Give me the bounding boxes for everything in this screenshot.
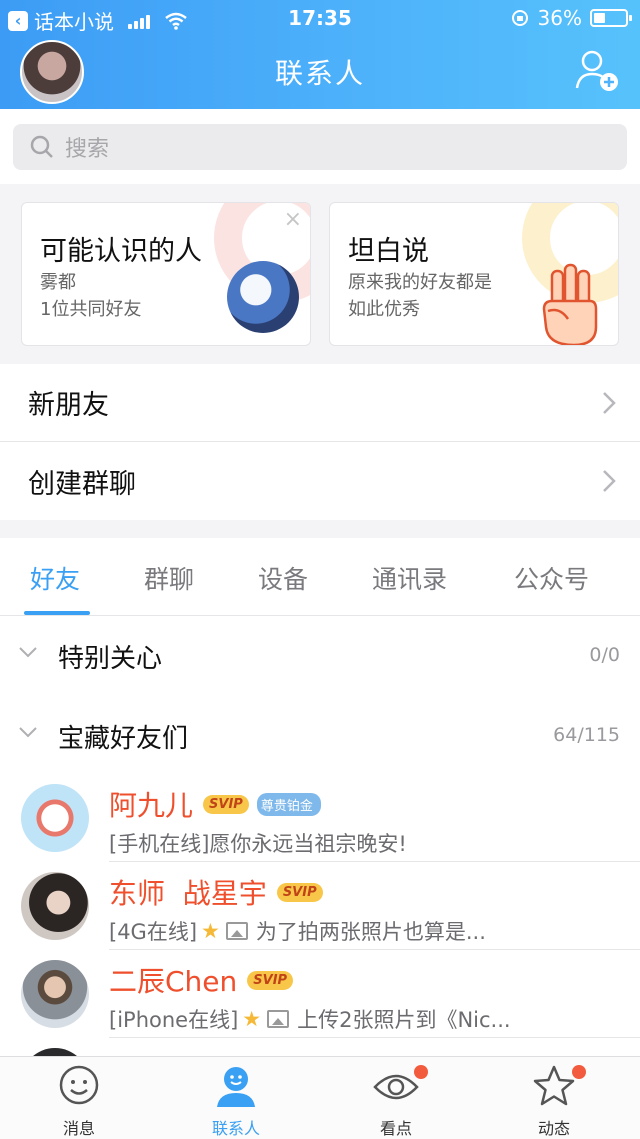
status-prefix: [4G在线] xyxy=(109,920,198,944)
card-subtitle: 雾都 1位共同好友 xyxy=(40,269,141,323)
battery-icon xyxy=(590,9,632,27)
tab-friends[interactable]: 好友 xyxy=(30,560,80,596)
platinum-badge: 尊贵铂金 xyxy=(256,792,321,816)
section-name: 特别关心 xyxy=(58,644,163,674)
chevron-down-icon xyxy=(19,647,37,658)
avatar[interactable] xyxy=(21,1048,89,1056)
section-name: 宝藏好友们 xyxy=(58,724,189,754)
avatar[interactable] xyxy=(21,784,89,852)
header-bar: ‹ 话本小说 17:35 36% 联系人 xyxy=(0,0,640,109)
row-label: 创建群聊 xyxy=(28,468,136,500)
recommend-cards: 可能认识的人 雾都 1位共同好友 × 坦白说 原来我的好友都是 如此优秀 xyxy=(0,184,640,364)
card-subtitle: 原来我的好友都是 如此优秀 xyxy=(348,269,492,323)
status-text: 为了拍两张照片也算是... xyxy=(255,920,486,944)
active-tab-indicator xyxy=(24,611,90,615)
friend-name-line: 二辰Chen SVIP xyxy=(109,960,294,1000)
notification-dot xyxy=(414,1065,428,1079)
image-icon xyxy=(225,922,248,940)
card-line: 1位共同好友 xyxy=(40,299,142,320)
svip-badge: SVIP xyxy=(203,794,249,814)
people-you-may-know-card[interactable]: 可能认识的人 雾都 1位共同好友 × xyxy=(21,202,311,346)
new-friends-row[interactable]: 新朋友 xyxy=(0,364,640,442)
friend-status: [iPhone在线] ★ 上传2张照片到《Nic... xyxy=(109,1004,511,1034)
tabbar-messages[interactable]: 消息 xyxy=(19,1063,139,1139)
chevron-down-icon xyxy=(19,727,37,738)
tabbar-contacts[interactable]: 联系人 xyxy=(176,1063,296,1139)
close-icon[interactable]: × xyxy=(284,207,302,232)
list-item[interactable] xyxy=(0,1038,640,1056)
avatar[interactable] xyxy=(21,872,89,940)
avatar[interactable] xyxy=(21,960,89,1028)
contact-tabs: 好友 群聊 设备 通讯录 公众号 xyxy=(0,538,640,616)
section-treasure-friends[interactable]: 宝藏好友们 64/115 xyxy=(0,696,640,774)
add-friend-icon[interactable] xyxy=(574,48,620,92)
chevron-right-icon xyxy=(603,392,616,414)
friend-status: [手机在线]愿你永远当祖宗晚安! xyxy=(109,832,407,856)
friend-name-line: 阿九儿 SVIP 尊贵铂金 xyxy=(109,784,321,824)
tabbar-dynamics[interactable]: 动态 xyxy=(494,1063,614,1139)
contacts-icon xyxy=(217,1067,255,1107)
bottom-tab-bar: 消息 联系人 看点 动态 xyxy=(0,1056,640,1139)
tab-label: 联系人 xyxy=(211,1119,260,1138)
friend-name: 二辰Chen xyxy=(109,965,238,998)
hand-oath-icon xyxy=(542,263,598,345)
section-count: 64/115 xyxy=(553,724,620,746)
card-title: 可能认识的人 xyxy=(40,236,202,267)
section-count: 0/0 xyxy=(589,644,620,666)
tab-label: 消息 xyxy=(62,1119,95,1138)
card-line: 雾都 xyxy=(40,272,76,293)
tab-label: 动态 xyxy=(537,1119,570,1138)
star-icon xyxy=(533,1065,575,1106)
status-prefix: [iPhone在线] xyxy=(109,1008,239,1032)
status-bar: ‹ 话本小说 17:35 36% xyxy=(0,0,640,36)
row-label: 新朋友 xyxy=(28,390,109,421)
search-input[interactable]: 搜索 xyxy=(13,124,627,170)
list-item[interactable]: 阿九儿 SVIP 尊贵铂金 [手机在线]愿你永远当祖宗晚安! xyxy=(0,774,640,862)
card-title: 坦白说 xyxy=(348,236,429,267)
battery-percent: 36% xyxy=(537,6,582,30)
friend-name: 东师 战星宇 xyxy=(109,877,267,910)
star-icon: ★ xyxy=(242,1007,262,1031)
star-icon: ★ xyxy=(201,919,220,943)
tab-groups[interactable]: 群聊 xyxy=(144,560,194,596)
friends-list: 特别关心 0/0 宝藏好友们 64/115 阿九儿 SVIP 尊贵铂金 [手机在… xyxy=(0,616,640,1056)
tab-address-book[interactable]: 通讯录 xyxy=(372,560,447,596)
orientation-lock-icon xyxy=(511,10,528,26)
friend-name: 阿九儿 xyxy=(109,789,194,822)
tanbai-card[interactable]: 坦白说 原来我的好友都是 如此优秀 xyxy=(329,202,619,346)
notification-dot xyxy=(572,1065,586,1079)
card-line: 原来我的好友都是 xyxy=(348,272,492,293)
tabbar-kandian[interactable]: 看点 xyxy=(336,1063,456,1139)
search-area: 搜索 xyxy=(0,109,640,184)
list-item[interactable]: 二辰Chen SVIP [iPhone在线] ★ 上传2张照片到《Nic... xyxy=(0,950,640,1038)
card-line: 如此优秀 xyxy=(348,299,420,320)
smile-icon xyxy=(59,1065,99,1105)
chevron-right-icon xyxy=(603,470,616,492)
create-group-row[interactable]: 创建群聊 xyxy=(0,442,640,520)
svip-badge: SVIP xyxy=(247,970,294,990)
tab-devices[interactable]: 设备 xyxy=(258,560,308,596)
list-item[interactable]: 东师 战星宇 SVIP [4G在线] ★ 为了拍两张照片也算是... xyxy=(0,862,640,950)
tab-official-accounts[interactable]: 公众号 xyxy=(514,560,589,596)
status-text: 上传2张照片到《Nic... xyxy=(297,1008,511,1032)
suggested-friend-avatar[interactable] xyxy=(227,261,299,333)
svip-badge: SVIP xyxy=(276,882,323,902)
image-icon xyxy=(267,1010,290,1028)
search-placeholder: 搜索 xyxy=(65,137,110,162)
friend-status: [4G在线] ★ 为了拍两张照片也算是... xyxy=(109,916,486,946)
section-special-care[interactable]: 特别关心 0/0 xyxy=(0,616,640,694)
page-title: 联系人 xyxy=(274,57,365,90)
search-icon xyxy=(30,135,53,158)
friend-name-line: 东师 战星宇 SVIP xyxy=(109,872,323,912)
tab-label: 看点 xyxy=(379,1119,412,1138)
